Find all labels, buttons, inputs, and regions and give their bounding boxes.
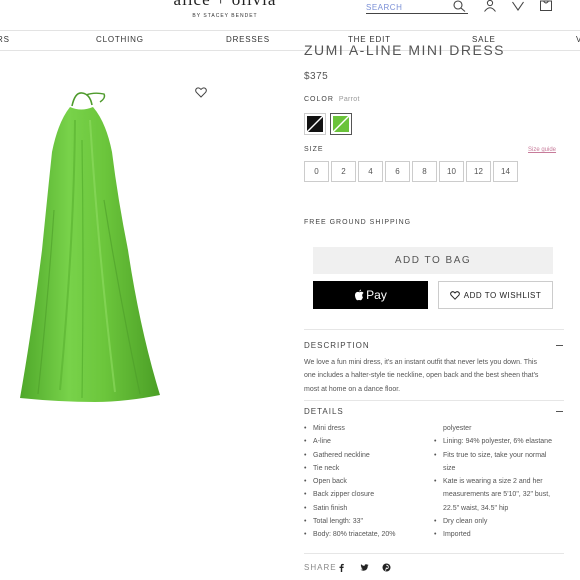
size-option-6[interactable]: 6: [385, 161, 410, 182]
size-option-14[interactable]: 14: [493, 161, 518, 182]
size-option-0[interactable]: 0: [304, 161, 329, 182]
apple-icon: [355, 289, 364, 301]
size-option-2[interactable]: 2: [331, 161, 356, 182]
apple-pay-button[interactable]: Pay: [313, 281, 428, 309]
shipping-note: FREE GROUND SHIPPING: [304, 219, 412, 226]
facebook-icon[interactable]: [337, 563, 346, 572]
product-image[interactable]: [20, 80, 220, 410]
detail-item-continued: 22.5" waist, 34.5" hip: [443, 504, 509, 512]
heart-icon[interactable]: [511, 0, 525, 12]
add-to-bag-button[interactable]: ADD TO BAG: [313, 247, 553, 274]
size-option-12[interactable]: 12: [466, 161, 491, 182]
detail-item: Lining: 94% polyester, 6% elastane: [434, 435, 564, 449]
description-text: We love a fun mini dress, it's an instan…: [304, 356, 560, 396]
section-divider: [304, 553, 564, 554]
search-icon[interactable]: [452, 0, 466, 12]
section-divider: [304, 400, 564, 401]
size-guide-link[interactable]: Size guide: [528, 147, 556, 153]
product-price: $375: [304, 71, 329, 82]
logo-wordmark: alice + olivia: [170, 0, 280, 10]
heart-icon[interactable]: [195, 87, 207, 98]
swatch-parrot[interactable]: [330, 113, 352, 135]
collapse-icon[interactable]: [556, 345, 563, 346]
color-label-text: COLOR: [304, 96, 334, 103]
color-value: Parrot: [338, 96, 360, 103]
detail-item: Back zipper closure: [304, 488, 434, 502]
description-line: most at home on a dance floor.: [304, 385, 401, 393]
collapse-icon[interactable]: [556, 411, 563, 412]
detail-item-continued: measurements are 5'10", 32" bust,: [443, 491, 551, 499]
search-input[interactable]: [366, 0, 446, 13]
description-line: We love a fun mini dress, it's an instan…: [304, 359, 537, 366]
bag-icon[interactable]: [539, 0, 553, 12]
detail-item: Body: 80% triacetate, 20%: [304, 528, 434, 542]
detail-item-continued: polyester: [443, 425, 472, 432]
detail-item: Total length: 33": [304, 515, 434, 529]
swatch-black-fill: [306, 115, 324, 133]
search-bar: [366, 0, 468, 14]
details-heading[interactable]: DETAILS: [304, 407, 344, 416]
section-divider: [304, 329, 564, 330]
size-option-8[interactable]: 8: [412, 161, 437, 182]
size-option-4[interactable]: 4: [358, 161, 383, 182]
size-label: SIZE: [304, 146, 324, 153]
nav-item-partial-left[interactable]: RS: [0, 35, 10, 44]
detail-item: Satin finish: [304, 502, 434, 516]
logo-tagline: BY STACEY BENDET: [192, 13, 258, 19]
detail-item: A-line: [304, 435, 434, 449]
apple-pay-label: Pay: [366, 288, 387, 302]
details-list-left: Mini dress A-line Gathered neckline Tie …: [304, 422, 434, 542]
account-icon[interactable]: [483, 0, 497, 12]
pinterest-icon[interactable]: [382, 563, 391, 572]
nav-item-partial-right[interactable]: V: [576, 35, 580, 44]
swatch-black[interactable]: [304, 113, 326, 135]
add-to-wishlist-button[interactable]: ADD TO WISHLIST: [438, 281, 553, 309]
swatch-parrot-fill: [332, 115, 350, 133]
brand-logo[interactable]: alice + olivia BY STACEY BENDET: [170, 0, 280, 19]
detail-item: Open back: [304, 475, 434, 489]
description-heading[interactable]: DESCRIPTION: [304, 341, 370, 350]
nav-item-clothing[interactable]: CLOTHING: [96, 35, 144, 44]
product-title: ZUMI A-LINE MINI DRESS: [304, 42, 506, 58]
detail-item: Gathered neckline: [304, 449, 434, 463]
twitter-icon[interactable]: [360, 563, 369, 572]
detail-item: Fits true to size, take your normal: [434, 449, 564, 463]
description-line: one includes a halter-style tie neckline…: [304, 372, 539, 380]
detail-item: Dry clean only: [434, 515, 564, 529]
detail-item: Tie neck: [304, 462, 434, 476]
detail-item: Imported: [434, 528, 564, 542]
site-header: alice + olivia BY STACEY BENDET: [0, 0, 580, 30]
detail-item: Mini dress: [304, 422, 434, 436]
share-label: SHARE: [304, 563, 337, 572]
nav-item-dresses[interactable]: DRESSES: [226, 35, 270, 44]
add-to-wishlist-label: ADD TO WISHLIST: [463, 290, 542, 300]
details-list-right: polyester Lining: 94% polyester, 6% elas…: [434, 422, 564, 542]
detail-item-continued: size: [443, 464, 456, 472]
heart-icon: [449, 290, 460, 300]
size-option-10[interactable]: 10: [439, 161, 464, 182]
detail-item: Kate is wearing a size 2 and her: [434, 475, 564, 489]
color-label: COLOR Parrot: [304, 96, 360, 103]
